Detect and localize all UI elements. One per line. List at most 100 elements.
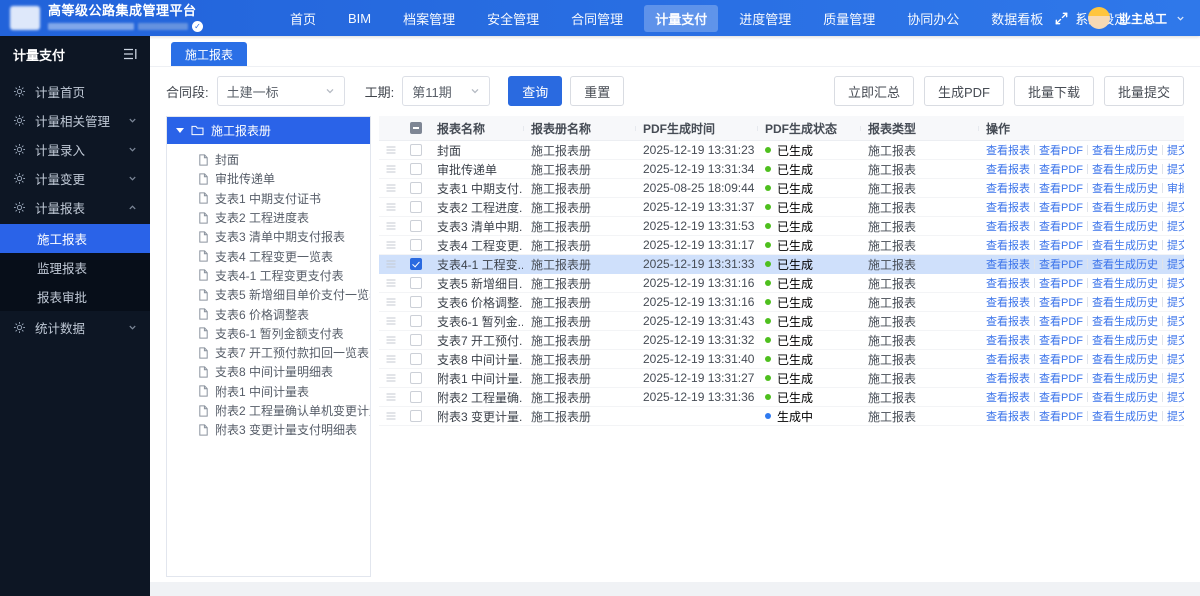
tree-item-13[interactable]: 附表2 工程量确认单机变更计量表 xyxy=(167,401,370,420)
sidebar-item-2[interactable]: 计量录入 xyxy=(0,135,150,164)
operation-link-2[interactable]: 查看生成历史 xyxy=(1092,256,1158,272)
operation-link-3[interactable]: 提交审批 xyxy=(1167,237,1184,253)
tree-item-6[interactable]: 支表4-1 工程变更支付表 xyxy=(167,266,370,285)
operation-link-2[interactable]: 查看生成历史 xyxy=(1092,180,1158,196)
operation-link-1[interactable]: 查看PDF xyxy=(1039,275,1083,291)
tree-item-3[interactable]: 支表2 工程进度表 xyxy=(167,208,370,227)
drag-handle-icon[interactable] xyxy=(379,165,403,173)
bulk-action-button-1[interactable]: 生成PDF xyxy=(923,76,1004,106)
tree-item-8[interactable]: 支表6 价格调整表 xyxy=(167,304,370,323)
drag-handle-icon[interactable] xyxy=(379,393,403,401)
operation-link-1[interactable]: 查看PDF xyxy=(1039,332,1083,348)
period-select[interactable]: 第11期 xyxy=(402,76,491,106)
operation-link-2[interactable]: 查看生成历史 xyxy=(1092,389,1158,405)
operation-link-2[interactable]: 查看生成历史 xyxy=(1092,332,1158,348)
row-checkbox[interactable] xyxy=(410,410,422,422)
drag-handle-icon[interactable] xyxy=(379,355,403,363)
row-checkbox[interactable] xyxy=(410,334,422,346)
sidebar-item-1[interactable]: 计量相关管理 xyxy=(0,106,150,135)
tree-item-14[interactable]: 附表3 变更计量支付明细表 xyxy=(167,420,370,439)
tree-item-12[interactable]: 附表1 中间计量表 xyxy=(167,382,370,401)
row-checkbox[interactable] xyxy=(410,239,422,251)
operation-link-3[interactable]: 审批历史 xyxy=(1167,180,1184,196)
row-checkbox[interactable] xyxy=(410,353,422,365)
nav-item-7[interactable]: 质量管理 xyxy=(812,5,886,32)
sidebar-subitem-4-1[interactable]: 监理报表 xyxy=(0,253,150,282)
operation-link-0[interactable]: 查看报表 xyxy=(986,256,1030,272)
drag-handle-icon[interactable] xyxy=(379,279,403,287)
sidebar-subitem-4-2[interactable]: 报表审批 xyxy=(0,282,150,311)
tree-item-2[interactable]: 支表1 中期支付证书 xyxy=(167,189,370,208)
operation-link-3[interactable]: 提交审批 xyxy=(1167,408,1184,424)
row-checkbox[interactable] xyxy=(410,220,422,232)
tree-item-5[interactable]: 支表4 工程变更一览表 xyxy=(167,246,370,265)
operation-link-3[interactable]: 提交审批 xyxy=(1167,294,1184,310)
operation-link-2[interactable]: 查看生成历史 xyxy=(1092,351,1158,367)
operation-link-2[interactable]: 查看生成历史 xyxy=(1092,313,1158,329)
nav-item-0[interactable]: 首页 xyxy=(279,5,327,32)
operation-link-2[interactable]: 查看生成历史 xyxy=(1092,275,1158,291)
sidebar-item-4[interactable]: 计量报表 xyxy=(0,193,150,222)
operation-link-0[interactable]: 查看报表 xyxy=(986,370,1030,386)
operation-link-0[interactable]: 查看报表 xyxy=(986,408,1030,424)
drag-handle-icon[interactable] xyxy=(379,374,403,382)
tree-item-0[interactable]: 封面 xyxy=(167,150,370,169)
operation-link-1[interactable]: 查看PDF xyxy=(1039,370,1083,386)
bulk-action-button-2[interactable]: 批量下载 xyxy=(1013,76,1094,106)
nav-item-4[interactable]: 合同管理 xyxy=(560,5,634,32)
row-checkbox[interactable] xyxy=(410,315,422,327)
tree-item-9[interactable]: 支表6-1 暂列金额支付表 xyxy=(167,324,370,343)
operation-link-3[interactable]: 提交审批 xyxy=(1167,218,1184,234)
operation-link-3[interactable]: 提交审批 xyxy=(1167,351,1184,367)
operation-link-3[interactable]: 提交审批 xyxy=(1167,199,1184,215)
row-checkbox[interactable] xyxy=(410,391,422,403)
row-checkbox[interactable] xyxy=(410,163,422,175)
operation-link-0[interactable]: 查看报表 xyxy=(986,142,1030,158)
operation-link-2[interactable]: 查看生成历史 xyxy=(1092,370,1158,386)
row-checkbox[interactable] xyxy=(410,144,422,156)
drag-handle-icon[interactable] xyxy=(379,336,403,344)
operation-link-0[interactable]: 查看报表 xyxy=(986,218,1030,234)
tree-item-7[interactable]: 支表5 新增细目单价支付一览表 xyxy=(167,285,370,304)
row-checkbox[interactable] xyxy=(410,201,422,213)
operation-link-2[interactable]: 查看生成历史 xyxy=(1092,408,1158,424)
tree-item-11[interactable]: 支表8 中间计量明细表 xyxy=(167,362,370,381)
operation-link-2[interactable]: 查看生成历史 xyxy=(1092,142,1158,158)
operation-link-2[interactable]: 查看生成历史 xyxy=(1092,161,1158,177)
drag-handle-icon[interactable] xyxy=(379,222,403,230)
operation-link-0[interactable]: 查看报表 xyxy=(986,199,1030,215)
operation-link-1[interactable]: 查看PDF xyxy=(1039,313,1083,329)
tree-item-4[interactable]: 支表3 清单中期支付报表 xyxy=(167,227,370,246)
operation-link-3[interactable]: 提交审批 xyxy=(1167,332,1184,348)
operation-link-2[interactable]: 查看生成历史 xyxy=(1092,199,1158,215)
tree-root-node[interactable]: 施工报表册 xyxy=(167,117,370,144)
drag-handle-icon[interactable] xyxy=(379,298,403,306)
operation-link-0[interactable]: 查看报表 xyxy=(986,389,1030,405)
operation-link-2[interactable]: 查看生成历史 xyxy=(1092,218,1158,234)
operation-link-1[interactable]: 查看PDF xyxy=(1039,408,1083,424)
operation-link-0[interactable]: 查看报表 xyxy=(986,351,1030,367)
operation-link-0[interactable]: 查看报表 xyxy=(986,180,1030,196)
operation-link-1[interactable]: 查看PDF xyxy=(1039,180,1083,196)
row-checkbox[interactable] xyxy=(410,296,422,308)
menu-fold-icon[interactable] xyxy=(123,48,137,60)
operation-link-3[interactable]: 提交审批 xyxy=(1167,275,1184,291)
drag-handle-icon[interactable] xyxy=(379,203,403,211)
operation-link-1[interactable]: 查看PDF xyxy=(1039,218,1083,234)
operation-link-1[interactable]: 查看PDF xyxy=(1039,142,1083,158)
operation-link-1[interactable]: 查看PDF xyxy=(1039,237,1083,253)
operation-link-0[interactable]: 查看报表 xyxy=(986,313,1030,329)
operation-link-0[interactable]: 查看报表 xyxy=(986,294,1030,310)
operation-link-3[interactable]: 提交审批 xyxy=(1167,256,1184,272)
operation-link-1[interactable]: 查看PDF xyxy=(1039,199,1083,215)
operation-link-1[interactable]: 查看PDF xyxy=(1039,161,1083,177)
nav-item-1[interactable]: BIM xyxy=(337,7,382,30)
operation-link-3[interactable]: 提交审批 xyxy=(1167,389,1184,405)
operation-link-3[interactable]: 提交审批 xyxy=(1167,161,1184,177)
nav-item-3[interactable]: 安全管理 xyxy=(476,5,550,32)
operation-link-1[interactable]: 查看PDF xyxy=(1039,389,1083,405)
operation-link-0[interactable]: 查看报表 xyxy=(986,275,1030,291)
row-checkbox[interactable] xyxy=(410,182,422,194)
operation-link-2[interactable]: 查看生成历史 xyxy=(1092,237,1158,253)
operation-link-2[interactable]: 查看生成历史 xyxy=(1092,294,1158,310)
